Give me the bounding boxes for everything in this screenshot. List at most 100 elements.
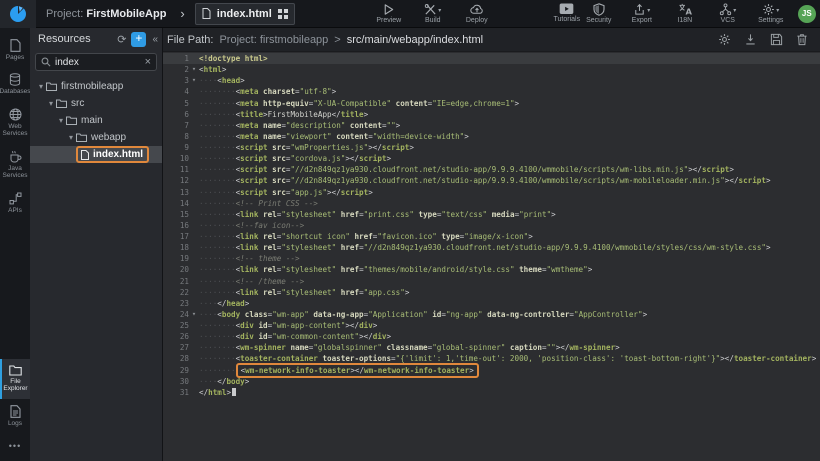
fold-arrow-icon[interactable]: ▾ <box>189 75 199 86</box>
fold-gutter <box>189 53 199 64</box>
deploy-button[interactable]: Deploy <box>461 3 493 24</box>
code-line-14[interactable]: 14········<!-- Print CSS --> <box>163 198 820 209</box>
code-line-8[interactable]: 8········<meta name="viewport" content="… <box>163 131 820 142</box>
file-tree: ▾firstmobileapp▾src▾main▾webappindex.htm… <box>30 78 162 163</box>
code-line-7[interactable]: 7········<meta name="description" conten… <box>163 120 820 131</box>
tree-expand-arrow[interactable]: ▾ <box>46 99 56 108</box>
code-line-27[interactable]: 27········<wm-spinner name="globalspinne… <box>163 342 820 353</box>
code-line-22[interactable]: 22········<link rel="stylesheet" href="a… <box>163 287 820 298</box>
code-line-11[interactable]: 11········<script src="//d2n849qz1ya930.… <box>163 164 820 175</box>
fold-gutter <box>189 365 199 376</box>
play-icon <box>382 3 395 16</box>
line-number: 26 <box>163 331 189 342</box>
search-input[interactable] <box>55 57 141 68</box>
export-button[interactable]: ▾ Export <box>626 3 658 24</box>
sidebar-item-databases[interactable]: Databases <box>0 67 30 101</box>
code-line-6[interactable]: 6········<title>FirstMobileApp</title> <box>163 109 820 120</box>
code-line-5[interactable]: 5········<meta http-equiv="X-UA-Compatib… <box>163 98 820 109</box>
code-line-2[interactable]: 2▾<html> <box>163 64 820 75</box>
code-line-19[interactable]: 19········<!-- theme --> <box>163 253 820 264</box>
tree-expand-arrow[interactable]: ▾ <box>36 82 46 91</box>
folder-icon <box>9 365 22 376</box>
code-text: ········<script src="app.js"></script> <box>199 187 820 198</box>
tutorials-button[interactable]: Tutorials <box>551 3 583 23</box>
clear-search-icon[interactable]: × <box>145 56 151 68</box>
code-text: ········<div id="wm-common-content"></di… <box>199 331 820 342</box>
code-line-15[interactable]: 15········<link rel="stylesheet" href="p… <box>163 209 820 220</box>
sidebar-item-logs[interactable]: Logs <box>0 399 30 433</box>
tree-expand-arrow[interactable]: ▾ <box>66 133 76 142</box>
download-icon[interactable] <box>744 33 757 46</box>
tree-item-label: src <box>71 98 84 109</box>
fold-arrow-icon[interactable]: ▾ <box>189 309 199 320</box>
code-line-17[interactable]: 17········<link rel="shortcut icon" href… <box>163 231 820 242</box>
code-line-31[interactable]: 31</html> <box>163 387 820 398</box>
code-line-10[interactable]: 10········<script src="cordova.js"></scr… <box>163 153 820 164</box>
code-line-24[interactable]: 24▾····<body class="wm-app" data-ng-app=… <box>163 309 820 320</box>
sidebar-item-java-services[interactable]: Java Services <box>0 144 30 186</box>
collapse-panel-icon[interactable]: « <box>151 34 159 45</box>
code-line-16[interactable]: 16········<!--fav icon--> <box>163 220 820 231</box>
build-button[interactable]: ▾ Build <box>417 3 449 24</box>
settings-gear-icon[interactable] <box>718 33 731 46</box>
coffee-cup-icon <box>9 150 22 163</box>
fold-gutter <box>189 86 199 97</box>
fold-gutter <box>189 298 199 309</box>
project-breadcrumb[interactable]: Project: FirstMobileApp <box>46 8 166 20</box>
line-number: 19 <box>163 253 189 264</box>
line-number: 18 <box>163 242 189 253</box>
code-line-9[interactable]: 9········<script src="wmProperties.js"><… <box>163 142 820 153</box>
tree-item-firstmobileapp[interactable]: ▾firstmobileapp <box>30 78 162 95</box>
fold-arrow-icon[interactable]: ▾ <box>189 64 199 75</box>
sidebar-item-web-services[interactable]: Web Services <box>0 102 30 144</box>
tab-index-html[interactable]: index.html <box>195 3 295 25</box>
i18n-button[interactable]: A I18N <box>669 3 701 24</box>
search-box[interactable]: × <box>35 53 157 71</box>
code-line-4[interactable]: 4········<meta charset="utf-8"> <box>163 86 820 97</box>
tree-item-webapp[interactable]: ▾webapp <box>30 129 162 146</box>
panel-title: Resources <box>38 33 112 45</box>
fold-gutter <box>189 376 199 387</box>
code-line-26[interactable]: 26 ········<div id="wm-common-content"></… <box>163 331 820 342</box>
code-editor[interactable]: 1<!doctype html>2▾<html>3▾····<head>4···… <box>163 52 820 461</box>
project-name: FirstMobileApp <box>86 8 166 20</box>
vcs-button[interactable]: ▾ VCS <box>712 3 744 24</box>
tree-expand-arrow[interactable]: ▾ <box>56 116 66 125</box>
save-icon[interactable] <box>770 33 783 46</box>
code-line-1[interactable]: 1<!doctype html> <box>163 53 820 64</box>
fold-gutter <box>189 231 199 242</box>
sidebar-item-pages[interactable]: Pages <box>0 33 30 67</box>
code-line-23[interactable]: 23····</head> <box>163 298 820 309</box>
grid-icon[interactable] <box>278 9 288 19</box>
app-logo[interactable] <box>0 0 36 28</box>
tree-item-index-html[interactable]: index.html <box>30 146 162 163</box>
code-line-29[interactable]: 29········<wm-network-info-toaster></wm-… <box>163 365 820 376</box>
tree-item-main[interactable]: ▾main <box>30 112 162 129</box>
line-number: 28 <box>163 353 189 364</box>
code-line-3[interactable]: 3▾····<head> <box>163 75 820 86</box>
trash-icon[interactable] <box>796 33 808 46</box>
code-line-21[interactable]: 21········<!-- /theme --> <box>163 276 820 287</box>
code-line-25[interactable]: 25········<div id="wm-app-content"></div… <box>163 320 820 331</box>
add-resource-button[interactable]: + <box>131 32 146 47</box>
line-number: 9 <box>163 142 189 153</box>
code-line-13[interactable]: 13 ········<script src="app.js"></script> <box>163 187 820 198</box>
sidebar-item-apis[interactable]: APIs <box>0 186 30 220</box>
refresh-icon[interactable]: ⟳ <box>117 33 126 46</box>
tree-item-src[interactable]: ▾ src <box>30 95 162 112</box>
user-avatar[interactable]: JS <box>798 5 816 23</box>
fold-gutter <box>189 353 199 364</box>
security-button[interactable]: Security <box>583 3 615 24</box>
settings-button[interactable]: ▾ Settings <box>755 3 787 24</box>
code-line-20[interactable]: 20········<link rel="stylesheet" href="t… <box>163 264 820 275</box>
code-line-12[interactable]: 12········<script src="//d2n849qz1ya930.… <box>163 175 820 186</box>
line-number: 1 <box>163 53 189 64</box>
line-number: 13 <box>163 187 189 198</box>
folder-icon <box>76 133 87 142</box>
sidebar-item-file-explorer[interactable]: File Explorer <box>0 359 30 399</box>
more-options-button[interactable]: ••• <box>0 433 30 461</box>
preview-button[interactable]: Preview <box>373 3 405 24</box>
code-line-30[interactable]: 30····</body> <box>163 376 820 387</box>
line-number: 30 <box>163 376 189 387</box>
code-line-18[interactable]: 18········<link rel="stylesheet" href="/… <box>163 242 820 253</box>
